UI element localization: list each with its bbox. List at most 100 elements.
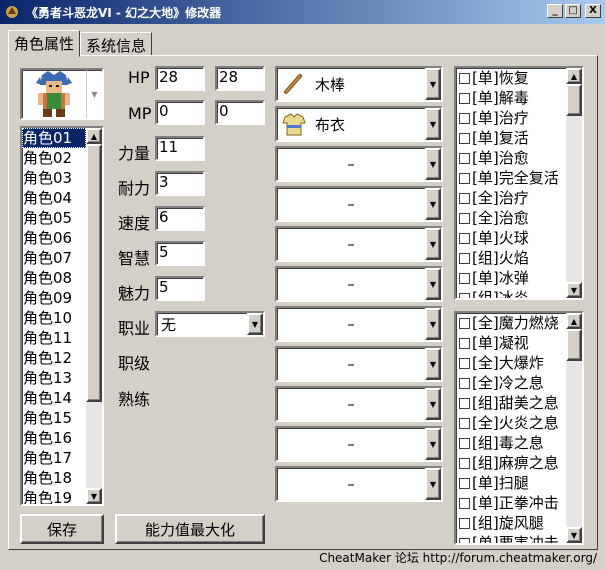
character-list-item[interactable]: 角色14 (22, 388, 86, 408)
checkbox[interactable] (459, 173, 470, 184)
checkbox[interactable] (459, 458, 470, 469)
spell-item[interactable]: [全]治愈 (456, 208, 566, 228)
close-button[interactable]: X (585, 4, 601, 18)
spell-item[interactable]: [组]火焰 (456, 248, 566, 268)
spell-list[interactable]: [单]恢复 [单]解毒 [单]治疗 [单]复活 [单]治愈 [单]完全复活 [全]治疗 [全]… (454, 66, 584, 300)
character-list-item[interactable]: 角色08 (22, 268, 86, 288)
equipment-slot-select[interactable]: – ▼ (275, 346, 443, 382)
spell-item[interactable]: [全]治疗 (456, 188, 566, 208)
skill-item[interactable]: [组]甜美之息 (456, 393, 566, 413)
wisdom-input[interactable]: 5 (155, 241, 205, 266)
character-list-item[interactable]: 角色19 (22, 488, 86, 504)
chevron-down-icon[interactable]: ▼ (425, 428, 441, 460)
chevron-down-icon[interactable]: ▼ (425, 468, 441, 500)
skill-item[interactable]: [组]旋风腿 (456, 513, 566, 533)
checkbox[interactable] (459, 73, 470, 84)
character-list-item[interactable]: 角色06 (22, 228, 86, 248)
character-list-item[interactable]: 角色03 (22, 168, 86, 188)
checkbox[interactable] (459, 93, 470, 104)
checkbox[interactable] (459, 518, 470, 529)
equipment-slot-select[interactable]: 布衣 ▼ (275, 106, 443, 142)
checkbox[interactable] (459, 538, 470, 543)
spell-item[interactable]: [单]冰弹 (456, 268, 566, 288)
checkbox[interactable] (459, 133, 470, 144)
equipment-slot-select[interactable]: – ▼ (275, 306, 443, 342)
skill-item[interactable]: [单]凝视 (456, 333, 566, 353)
chevron-down-icon[interactable]: ▼ (86, 70, 102, 118)
equipment-slot-select[interactable]: – ▼ (275, 226, 443, 262)
tab-system-info[interactable]: 系统信息 (80, 32, 153, 56)
skill-item[interactable]: [全]大爆炸 (456, 353, 566, 373)
maximize-stats-button[interactable]: 能力值最大化 (115, 514, 265, 544)
character-list-item[interactable]: 角色01 (22, 128, 86, 148)
skill-item[interactable]: [全]冷之息 (456, 373, 566, 393)
checkbox[interactable] (459, 193, 470, 204)
job-select[interactable]: 无 ▼ (155, 311, 265, 337)
scroll-down-icon[interactable]: ▼ (566, 527, 582, 543)
character-list-item[interactable]: 角色12 (22, 348, 86, 368)
equipment-slot-select[interactable]: 木棒 ▼ (275, 66, 443, 102)
checkbox[interactable] (459, 213, 470, 224)
spell-item[interactable]: [单]完全复活 (456, 168, 566, 188)
charm-input[interactable]: 5 (155, 276, 205, 301)
character-list-item[interactable]: 角色11 (22, 328, 86, 348)
skill-list-scrollbar[interactable]: ▲ ▼ (566, 313, 582, 543)
checkbox[interactable] (459, 318, 470, 329)
stamina-input[interactable]: 3 (155, 171, 205, 196)
chevron-down-icon[interactable]: ▼ (247, 313, 263, 335)
spell-item[interactable]: [单]解毒 (456, 88, 566, 108)
character-list-scrollbar[interactable]: ▲ ▼ (86, 128, 102, 504)
hp-max-input[interactable]: 28 (215, 66, 265, 91)
checkbox[interactable] (459, 293, 470, 298)
spell-item[interactable]: [单]治疗 (456, 108, 566, 128)
chevron-down-icon[interactable]: ▼ (425, 228, 441, 260)
chevron-down-icon[interactable]: ▼ (425, 68, 441, 100)
equipment-slot-select[interactable]: – ▼ (275, 426, 443, 462)
skill-list[interactable]: [全]魔力燃烧 [单]凝视 [全]大爆炸 [全]冷之息 [组]甜美之息 [全]火炎之息 [组… (454, 311, 584, 545)
character-list-item[interactable]: 角色10 (22, 308, 86, 328)
equipment-slot-select[interactable]: – ▼ (275, 146, 443, 182)
checkbox[interactable] (459, 358, 470, 369)
save-button[interactable]: 保存 (20, 514, 104, 544)
skill-item[interactable]: [全]火炎之息 (456, 413, 566, 433)
scroll-thumb[interactable] (566, 84, 582, 116)
character-list-item[interactable]: 角色05 (22, 208, 86, 228)
scroll-down-icon[interactable]: ▼ (566, 282, 582, 298)
checkbox[interactable] (459, 498, 470, 509)
checkbox[interactable] (459, 338, 470, 349)
character-list-item[interactable]: 角色18 (22, 468, 86, 488)
equipment-slot-select[interactable]: – ▼ (275, 466, 443, 502)
chevron-down-icon[interactable]: ▼ (425, 268, 441, 300)
character-list-item[interactable]: 角色15 (22, 408, 86, 428)
tab-character-attributes[interactable]: 角色属性 (8, 30, 81, 57)
character-list-item[interactable]: 角色02 (22, 148, 86, 168)
skill-item[interactable]: [单]扫腿 (456, 473, 566, 493)
spell-item[interactable]: [单]复活 (456, 128, 566, 148)
scroll-up-icon[interactable]: ▲ (566, 68, 582, 84)
character-list-item[interactable]: 角色16 (22, 428, 86, 448)
minimize-button[interactable]: _ (547, 4, 563, 18)
equipment-slot-select[interactable]: – ▼ (275, 186, 443, 222)
chevron-down-icon[interactable]: ▼ (425, 308, 441, 340)
checkbox[interactable] (459, 113, 470, 124)
speed-input[interactable]: 6 (155, 206, 205, 231)
chevron-down-icon[interactable]: ▼ (425, 348, 441, 380)
spell-item[interactable]: [单]治愈 (456, 148, 566, 168)
character-list[interactable]: 角色01 角色02 角色03 角色04 角色05 角色06 角色07 角色08 角色09 角色10… (20, 126, 104, 506)
skill-item[interactable]: [单]要害冲击 (456, 533, 566, 543)
skill-item[interactable]: [全]魔力燃烧 (456, 313, 566, 333)
spell-item[interactable]: [单]恢复 (456, 68, 566, 88)
scroll-up-icon[interactable]: ▲ (566, 313, 582, 329)
hp-current-input[interactable]: 28 (155, 66, 205, 91)
scroll-thumb[interactable] (566, 329, 582, 361)
equipment-slot-select[interactable]: – ▼ (275, 386, 443, 422)
portrait-selector[interactable]: ▼ (20, 68, 104, 120)
spell-list-scrollbar[interactable]: ▲ ▼ (566, 68, 582, 298)
checkbox[interactable] (459, 418, 470, 429)
checkbox[interactable] (459, 233, 470, 244)
scroll-down-icon[interactable]: ▼ (86, 488, 102, 504)
spell-item[interactable]: [组]冰炎 (456, 288, 566, 298)
checkbox[interactable] (459, 253, 470, 264)
checkbox[interactable] (459, 438, 470, 449)
chevron-down-icon[interactable]: ▼ (425, 108, 441, 140)
